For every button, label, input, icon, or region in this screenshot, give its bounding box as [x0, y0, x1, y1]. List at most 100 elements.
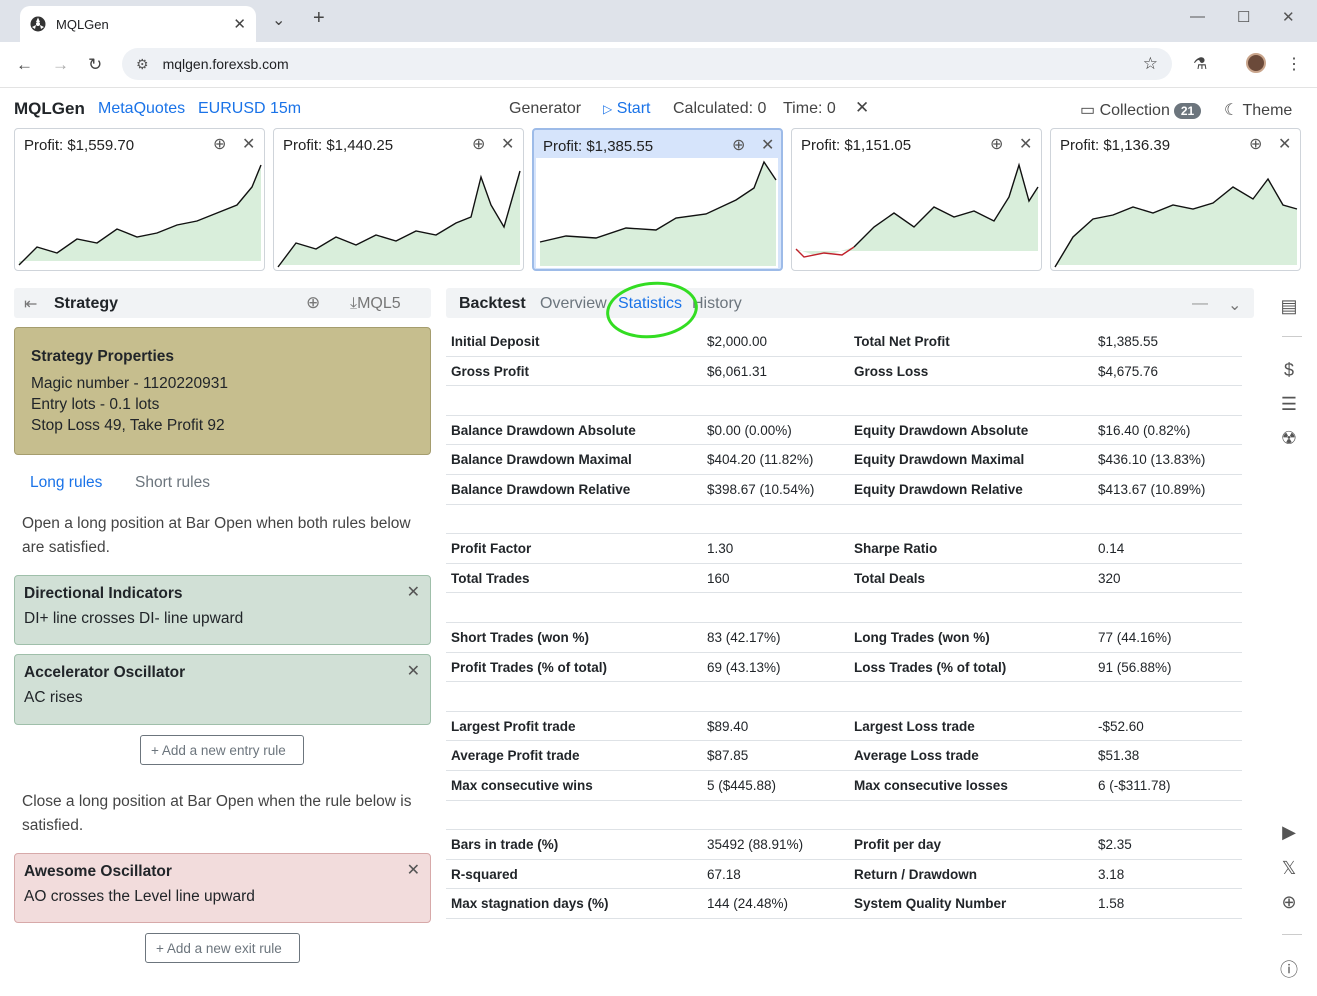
balance-chart — [536, 158, 778, 268]
back-icon[interactable]: ← — [16, 55, 33, 75]
card-profit: Profit: $1,559.70 — [24, 137, 135, 154]
rule-text: AC rises — [24, 689, 83, 706]
add-exit-rule-button[interactable]: + Add a new exit rule — [145, 933, 300, 963]
stat-spacer-row — [446, 801, 1242, 831]
card-close-icon[interactable]: ✕ — [1278, 134, 1291, 154]
bookmark-star-icon[interactable]: ☆ — [1143, 54, 1158, 74]
stat-row: Largest Profit trade $89.40 Largest Loss t… — [446, 712, 1242, 742]
coins-dollar-icon[interactable]: $ — [1278, 360, 1300, 382]
stat-label: Largest Loss trade — [854, 718, 975, 734]
tab-overview[interactable]: Overview — [540, 295, 607, 313]
info-alert-icon[interactable]: ⓘ — [1278, 956, 1300, 980]
x-twitter-icon[interactable]: 𝕏 — [1278, 858, 1300, 880]
stat-value: 160 — [707, 570, 730, 586]
app-brand: MQLGen — [14, 99, 85, 118]
strategy-card[interactable]: Profit: $1,151.05 ⊕ ✕ — [791, 128, 1042, 271]
stat-label: Profit Factor — [451, 541, 532, 557]
browser-menu-icon[interactable]: ⋮ — [1286, 54, 1302, 74]
collapse-left-icon[interactable]: ⇤ — [24, 294, 37, 314]
stat-row: Max stagnation days (%) 144 (24.48%) Syste… — [446, 889, 1242, 919]
minimize-icon[interactable]: — — [1190, 8, 1205, 25]
add-circle-icon[interactable]: ⊕ — [472, 134, 485, 154]
strategy-card-selected[interactable]: Profit: $1,385.55 ⊕ ✕ — [532, 128, 783, 271]
moon-icon: ☾ — [1224, 102, 1239, 119]
exit-rule[interactable]: Awesome Oscillator AO crosses the Level … — [14, 853, 431, 923]
tab-history[interactable]: History — [692, 295, 742, 313]
rule-title: Accelerator Oscillator — [24, 664, 186, 681]
stat-value: 35492 (88.91%) — [707, 837, 804, 853]
theme-button[interactable]: ☾ Theme — [1224, 100, 1292, 120]
mqlgen-logo-icon — [30, 16, 46, 32]
server-link[interactable]: MetaQuotes — [98, 100, 185, 118]
chevron-down-icon[interactable]: ⌄ — [1228, 295, 1241, 315]
stat-label: Balance Drawdown Relative — [451, 481, 631, 497]
strategy-properties[interactable]: Strategy Properties Magic number - 11202… — [14, 327, 431, 455]
entry-rule[interactable]: Directional Indicators DI+ line crosses … — [14, 575, 431, 645]
tab-short-rules[interactable]: Short rules — [135, 474, 210, 492]
stat-value: 6 (-$311.78) — [1098, 777, 1171, 793]
card-close-icon[interactable]: ✕ — [242, 134, 255, 154]
add-entry-rule-button[interactable]: + Add a new entry rule — [140, 735, 304, 765]
card-close-icon[interactable]: ✕ — [501, 134, 514, 154]
symbol-link[interactable]: EURUSD — [198, 100, 266, 118]
divider — [1282, 934, 1302, 935]
labs-flask-icon[interactable]: ⚗ — [1193, 54, 1207, 74]
period-link[interactable]: 15m — [270, 100, 301, 118]
youtube-icon[interactable]: ▶ — [1278, 822, 1300, 844]
generator-icon[interactable]: ☢ — [1278, 428, 1300, 450]
stat-value: $436.10 (13.83%) — [1098, 452, 1206, 468]
stat-value: 1.30 — [707, 541, 734, 557]
stat-value: $0.00 (0.00%) — [707, 422, 792, 438]
site-settings-icon[interactable]: ⚙ — [136, 56, 149, 73]
close-tab-icon[interactable]: ✕ — [233, 15, 246, 33]
tab-list-chevron-icon[interactable]: ⌄ — [272, 10, 285, 30]
tab-long-rules[interactable]: Long rules — [30, 474, 102, 492]
browser-tab[interactable]: MQLGen ✕ — [20, 6, 256, 42]
stat-row: Bars in trade (%) 35492 (88.91%) Profit pe… — [446, 830, 1242, 860]
maximize-icon[interactable]: ☐ — [1237, 8, 1250, 26]
stat-label: Sharpe Ratio — [854, 541, 938, 557]
reload-icon[interactable]: ↻ — [88, 55, 102, 75]
minimize-panel-icon[interactable]: — — [1192, 295, 1208, 313]
add-circle-icon[interactable]: ⊕ — [990, 134, 1003, 154]
stat-spacer-row — [446, 505, 1242, 535]
strategy-card[interactable]: Profit: $1,440.25 ⊕ ✕ — [273, 128, 524, 271]
add-circle-icon[interactable]: ⊕ — [1249, 134, 1262, 154]
properties-title: Strategy Properties — [31, 348, 174, 365]
forward-icon[interactable]: → — [52, 55, 69, 75]
stat-row: Gross Profit $6,061.31 Gross Loss $4,675.76 — [446, 357, 1242, 387]
address-bar[interactable]: ⚙ mqlgen.forexsb.com ☆ — [122, 48, 1172, 80]
entry-rule[interactable]: Accelerator Oscillator AC rises ✕ — [14, 654, 431, 725]
stat-value: $398.67 (10.54%) — [707, 481, 815, 497]
add-circle-icon[interactable]: ⊕ — [732, 135, 745, 155]
new-tab-icon[interactable]: + — [313, 7, 325, 30]
stat-row: Initial Deposit $2,000.00 Total Net Profit… — [446, 327, 1242, 357]
card-profit: Profit: $1,440.25 — [283, 137, 394, 154]
card-close-icon[interactable]: ✕ — [1019, 134, 1032, 154]
stat-label: Gross Profit — [451, 363, 530, 379]
stat-value: 1.58 — [1098, 896, 1125, 912]
stat-label: Long Trades (won %) — [854, 629, 990, 645]
strategy-card[interactable]: Profit: $1,136.39 ⊕ ✕ — [1050, 128, 1301, 271]
globe-icon[interactable]: ⊕ — [1278, 892, 1300, 914]
add-circle-icon[interactable]: ⊕ — [213, 134, 226, 154]
database-icon[interactable]: ☰ — [1278, 394, 1300, 416]
start-button[interactable]: ▷ Start — [603, 100, 650, 118]
stat-label: System Quality Number — [854, 896, 1007, 912]
window-close-icon[interactable]: ✕ — [1282, 8, 1295, 26]
card-close-icon[interactable]: ✕ — [761, 135, 774, 155]
chart-panel-icon[interactable]: ▤ — [1278, 296, 1300, 318]
stat-label: Max consecutive wins — [451, 777, 593, 793]
remove-rule-icon[interactable]: ✕ — [407, 582, 420, 602]
strategy-card[interactable]: Profit: $1,559.70 ⊕ ✕ — [14, 128, 265, 271]
collection-icon: ▭ — [1080, 102, 1096, 119]
remove-rule-icon[interactable]: ✕ — [407, 860, 420, 880]
reset-close-icon[interactable]: ✕ — [855, 98, 869, 118]
add-strategy-icon[interactable]: ⊕ — [306, 293, 320, 313]
entry-lots: Entry lots - 0.1 lots — [31, 396, 160, 413]
remove-rule-icon[interactable]: ✕ — [407, 661, 420, 681]
collection-button[interactable]: ▭ Collection 21 — [1080, 100, 1202, 120]
profile-avatar[interactable] — [1246, 53, 1266, 73]
stat-row: Average Profit trade $87.85 Average Loss t… — [446, 741, 1242, 771]
export-mql5-button[interactable]: ⤓MQL5 — [350, 295, 401, 313]
